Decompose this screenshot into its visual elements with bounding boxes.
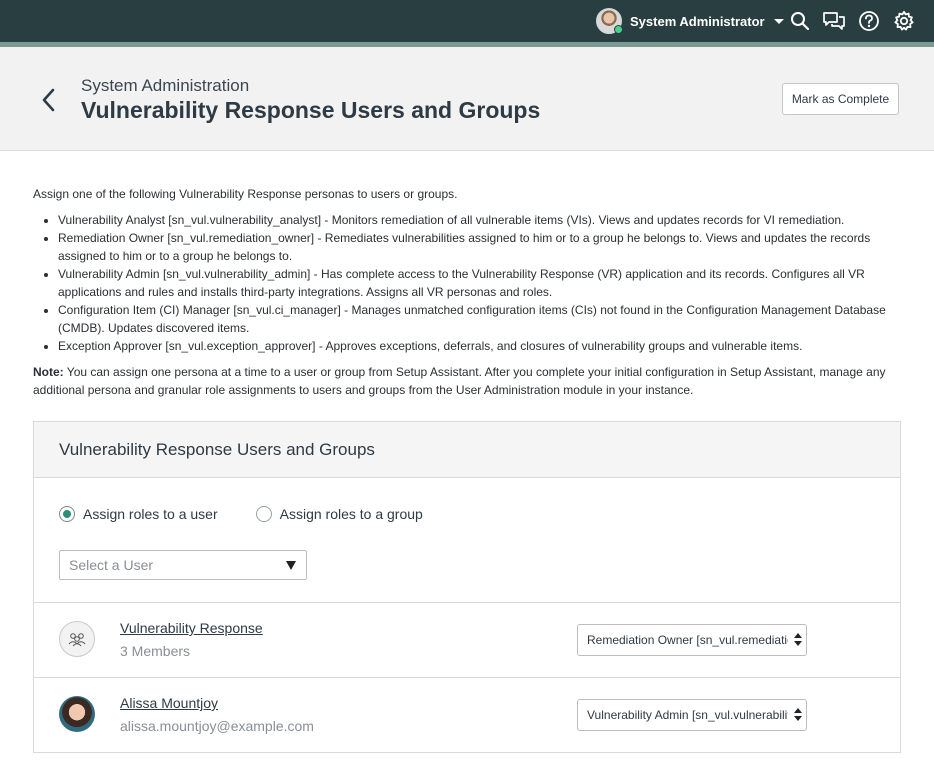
note-text: Note: You can assign one persona at a ti… — [33, 363, 901, 399]
search-icon[interactable] — [788, 9, 812, 33]
gear-icon[interactable] — [892, 9, 916, 33]
help-icon[interactable] — [857, 9, 881, 33]
group-icon — [59, 621, 95, 657]
mark-as-complete-button[interactable]: Mark as Complete — [782, 83, 899, 115]
avatar — [59, 696, 95, 732]
assign-mode-radio-group: Assign roles to a user Assign roles to a… — [59, 506, 461, 522]
page-title: Vulnerability Response Users and Groups — [81, 97, 541, 123]
breadcrumb: System Administration — [81, 76, 250, 95]
user-avatar — [596, 8, 623, 34]
users-groups-panel: Vulnerability Response Users and Groups … — [33, 421, 901, 753]
persona-item: Exception Approver [sn_vul.exception_app… — [58, 337, 901, 355]
role-select-value: Vulnerability Admin [sn_vul.vulnerabilit… — [587, 708, 788, 722]
user-name: System Administrator — [630, 13, 765, 29]
list-item: Alissa Mountjoy alissa.mountjoy@example.… — [34, 677, 900, 753]
group-name-link[interactable]: Vulnerability Response — [120, 620, 263, 636]
list-item: Vulnerability Response 3 Members Remedia… — [34, 602, 900, 678]
chevron-left-icon — [42, 88, 55, 112]
role-select[interactable]: Vulnerability Admin [sn_vul.vulnerabilit… — [577, 699, 807, 731]
presence-indicator — [614, 25, 623, 34]
user-menu[interactable]: System Administrator — [596, 8, 784, 34]
persona-item: Vulnerability Admin [sn_vul.vulnerabilit… — [58, 265, 901, 301]
select-user-dropdown[interactable]: Select a User — [59, 550, 307, 580]
radio-group-label: Assign roles to a group — [279, 506, 423, 522]
chat-icon[interactable] — [822, 9, 846, 33]
note-body: You can assign one persona at a time to … — [33, 365, 886, 397]
caret-down-icon — [286, 561, 296, 570]
select-arrows-icon — [794, 632, 802, 648]
member-count: 3 Members — [120, 643, 191, 659]
back-button[interactable] — [36, 87, 60, 113]
role-select-value: Remediation Owner [sn_vul.remediation_ow… — [587, 633, 788, 647]
persona-item: Remediation Owner [sn_vul.remediation_ow… — [58, 229, 901, 265]
panel-title: Vulnerability Response Users and Groups — [34, 422, 900, 478]
page-header: System Administration Vulnerability Resp… — [0, 47, 934, 151]
radio-user-label: Assign roles to a user — [83, 506, 218, 522]
note-label: Note: — [33, 365, 64, 379]
radio-button-user[interactable] — [59, 506, 75, 522]
persona-list: Vulnerability Analyst [sn_vul.vulnerabil… — [33, 211, 901, 355]
radio-assign-group[interactable]: Assign roles to a group — [255, 506, 423, 522]
select-user-placeholder: Select a User — [69, 557, 154, 573]
persona-item: Configuration Item (CI) Manager [sn_vul.… — [58, 301, 901, 337]
persona-item: Vulnerability Analyst [sn_vul.vulnerabil… — [58, 211, 901, 229]
select-arrows-icon — [794, 707, 802, 723]
description: Assign one of the following Vulnerabilit… — [33, 185, 901, 399]
radio-button-group[interactable] — [255, 506, 272, 522]
user-name-link[interactable]: Alissa Mountjoy — [120, 695, 218, 711]
chevron-down-icon — [773, 18, 784, 24]
role-select[interactable]: Remediation Owner [sn_vul.remediation_ow… — [577, 624, 807, 656]
intro-text: Assign one of the following Vulnerabilit… — [33, 187, 458, 201]
top-navigation-bar: System Administrator — [0, 0, 934, 47]
user-email: alissa.mountjoy@example.com — [120, 718, 314, 734]
radio-assign-user[interactable]: Assign roles to a user — [59, 506, 218, 522]
